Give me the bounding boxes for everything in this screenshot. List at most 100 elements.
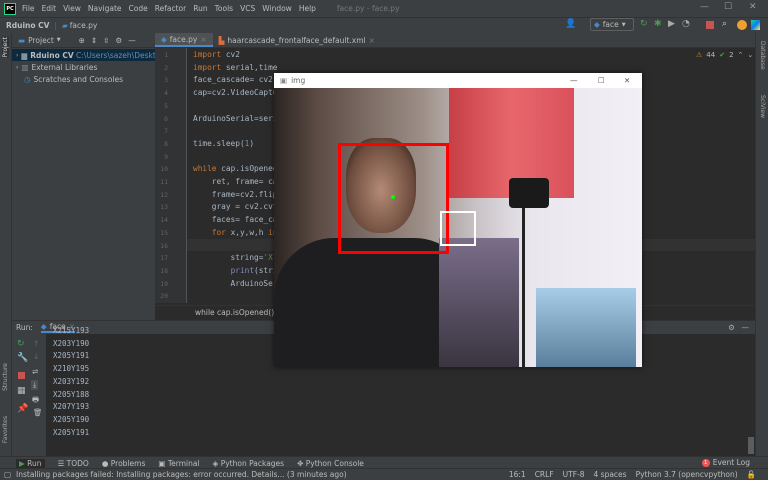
tab-label: face.py: [169, 34, 198, 44]
sciview-tool-button[interactable]: SciView: [759, 95, 766, 118]
line-separator[interactable]: CRLF: [535, 470, 554, 479]
menu-help[interactable]: Help: [299, 4, 316, 13]
python-icon: ◆: [594, 20, 600, 29]
panel-actions-icons[interactable]: ⊕⇕⇳⚙—: [79, 36, 142, 45]
label: Python Packages: [220, 458, 285, 468]
minimize-button[interactable]: —: [700, 2, 709, 12]
pin-icon[interactable]: 📌: [17, 404, 28, 414]
profile-icon[interactable]: ◔: [682, 19, 690, 29]
line-number: 9: [164, 152, 168, 161]
menu-refactor[interactable]: Refactor: [155, 4, 186, 13]
structure-tool-button[interactable]: Structure: [2, 363, 9, 391]
tree-item-scratches[interactable]: ◷ Scratches and Consoles: [12, 73, 155, 85]
cv-minimize-button[interactable]: —: [570, 76, 578, 85]
tab-face-py[interactable]: ◆ face.py ×: [155, 33, 213, 47]
menu-view[interactable]: View: [63, 4, 81, 13]
lock-icon[interactable]: 🔓: [747, 470, 756, 479]
scroll-to-end-icon[interactable]: ⤓: [31, 380, 39, 390]
todo-tool-button[interactable]: ☰ TODO: [58, 459, 89, 468]
caret-position[interactable]: 16:1: [509, 470, 526, 479]
menu-code[interactable]: Code: [129, 4, 148, 13]
label: Run: [27, 458, 42, 468]
menu-window[interactable]: Window: [262, 4, 292, 13]
run-config-label: face: [602, 20, 619, 29]
favorites-tool-button[interactable]: Favorites: [2, 416, 9, 443]
tree-label: Rduino CV: [30, 50, 74, 60]
settings-icon[interactable]: ⚙: [728, 323, 735, 332]
camera: [509, 178, 549, 208]
python-interpreter[interactable]: Python 3.7 (opencvpython): [636, 470, 738, 479]
opencv-window[interactable]: ▣ img — ☐ ✕: [274, 73, 642, 367]
jetbrains-icon[interactable]: [751, 20, 760, 30]
label: Python Console: [305, 458, 364, 468]
cv-window-titlebar[interactable]: ▣ img — ☐ ✕: [274, 73, 642, 88]
stop-icon[interactable]: [18, 372, 25, 379]
run-tool-button[interactable]: ▶ Run: [16, 458, 45, 468]
project-tool-button[interactable]: Project: [2, 37, 9, 58]
breadcrumb-item[interactable]: while cap.isOpened(): [195, 308, 274, 317]
close-tab-icon[interactable]: ×: [369, 36, 375, 45]
tab-haarcascade-xml[interactable]: ▙ haarcascade_frontalface_default.xml ×: [213, 33, 381, 47]
line-number: 14: [160, 216, 168, 225]
cv-close-button[interactable]: ✕: [624, 76, 630, 85]
status-message[interactable]: Installing packages failed: Installing p…: [16, 470, 347, 479]
database-tool-button[interactable]: Database: [759, 41, 766, 70]
close-button[interactable]: ✕: [749, 2, 757, 12]
editor-tabs: ◆ face.py × ▙ haarcascade_frontalface_defau…: [155, 33, 755, 48]
user-icon[interactable]: 👤: [565, 19, 576, 29]
down-icon[interactable]: ↓: [33, 352, 39, 361]
search-icon[interactable]: ⌕: [722, 19, 727, 29]
project-view-select[interactable]: Project: [28, 36, 54, 45]
stop-icon[interactable]: [706, 21, 714, 29]
run-config-select[interactable]: ◆ face ▼: [590, 18, 634, 31]
tab-label: haarcascade_frontalface_default.xml: [227, 35, 366, 45]
menu-run[interactable]: Run: [193, 4, 207, 13]
line-number: 17: [160, 254, 168, 263]
line-number: 6: [164, 114, 168, 123]
layout-icon[interactable]: ▦: [17, 386, 26, 396]
window-icon: ▣: [280, 76, 288, 85]
line-number: 20: [160, 292, 168, 301]
rerun-icon[interactable]: ↻: [17, 339, 25, 349]
tree-item-project-root[interactable]: ›▆ Rduino CV C:\Users\sazeh\Desktop\Rd: [12, 49, 155, 61]
menu-navigate[interactable]: Navigate: [88, 4, 122, 13]
soft-wrap-icon[interactable]: ⇌: [32, 367, 38, 376]
terminal-tool-button[interactable]: ▣ Terminal: [158, 459, 199, 468]
code-line: string='X: [193, 253, 273, 263]
menu-file[interactable]: File: [22, 4, 35, 13]
line-number: 11: [160, 178, 168, 186]
tripod: [522, 208, 525, 367]
update-icon[interactable]: [737, 20, 747, 30]
modify-config-icon[interactable]: 🔧: [17, 353, 28, 363]
console-line: X205Y191: [53, 351, 90, 361]
navigation-bar: Rduino CV | ▰ face.py: [0, 17, 768, 33]
menu-vcs[interactable]: VCS: [240, 4, 255, 13]
menu-tools[interactable]: Tools: [215, 4, 233, 13]
breadcrumb-project[interactable]: Rduino CV: [6, 21, 49, 30]
console-line: X203Y190: [53, 338, 90, 348]
console-line: X205Y188: [53, 389, 90, 399]
python-console-tool-button[interactable]: ✥ Python Console: [297, 459, 364, 468]
cv-maximize-button[interactable]: ☐: [598, 76, 605, 85]
trash-icon[interactable]: 🗑: [33, 408, 43, 417]
event-log-button[interactable]: 1 Event Log: [701, 458, 750, 467]
problems-tool-button[interactable]: ● Problems: [102, 459, 146, 468]
tree-item-external-libraries[interactable]: › ▥ External Libraries: [12, 61, 155, 73]
coverage-icon[interactable]: ▶: [668, 19, 675, 29]
indent-setting[interactable]: 4 spaces: [594, 470, 627, 479]
print-icon[interactable]: 🖶: [32, 394, 39, 407]
python-packages-tool-button[interactable]: ◈ Python Packages: [213, 459, 285, 468]
up-icon[interactable]: ↑: [33, 339, 39, 348]
rerun-icon[interactable]: ↻: [640, 19, 648, 29]
breadcrumb-file[interactable]: face.py: [70, 21, 98, 30]
maximize-button[interactable]: ☐: [724, 2, 732, 12]
console-line: X215Y193: [53, 326, 90, 335]
hide-icon[interactable]: —: [742, 323, 750, 332]
scratches-icon: ◷: [24, 74, 31, 84]
debug-icon[interactable]: ✱: [654, 19, 662, 29]
menu-edit[interactable]: Edit: [42, 4, 57, 13]
status-window-icon[interactable]: ▢: [4, 470, 11, 479]
file-encoding[interactable]: UTF-8: [563, 470, 585, 479]
console-scrollbar[interactable]: [748, 437, 754, 454]
close-tab-icon[interactable]: ×: [200, 35, 206, 44]
